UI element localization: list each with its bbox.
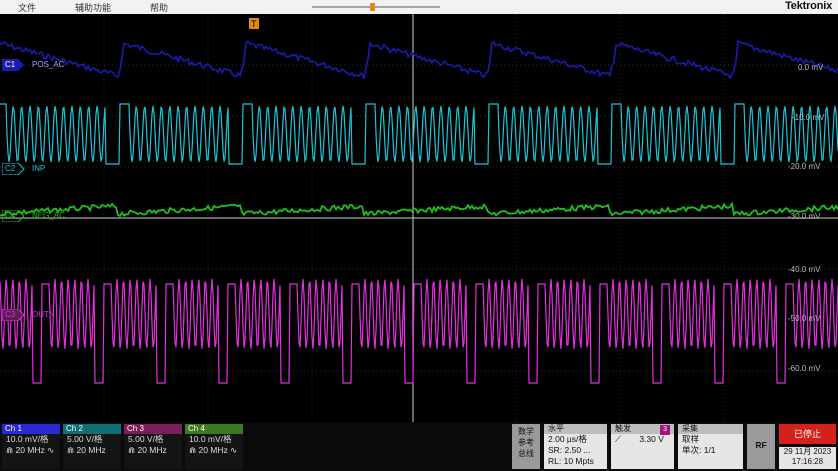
scale-label: -20.0 mV xyxy=(788,162,821,171)
scale-label: -30.0 mV xyxy=(788,212,821,221)
run-stop-status[interactable]: 已停止 xyxy=(779,424,836,444)
date-time: 29 11月 2023 17:16:28 xyxy=(779,447,836,469)
waveform-display[interactable]: T xyxy=(0,14,838,422)
scale-label: -50.0 mV xyxy=(788,314,821,323)
menu-file[interactable]: 文件 xyxy=(18,1,36,14)
trigger-source-badge: 3 xyxy=(660,425,670,435)
ac-coupling-icon: ∿ xyxy=(227,445,238,455)
menu-utility[interactable]: 辅助功能 xyxy=(75,1,111,14)
horizontal-position-indicator[interactable] xyxy=(312,0,442,14)
channel-2-tag[interactable]: C2 INP xyxy=(1,162,82,177)
channel-2-settings[interactable]: Ch 2 5.00 V/格 ⋒ 20 MHz xyxy=(63,424,121,469)
scale-label: -10.0 mV xyxy=(792,113,825,122)
channel-1-waveform xyxy=(0,40,838,80)
menu-bar: 文件 辅助功能 帮助 Tektronix xyxy=(0,0,838,14)
svg-text:T: T xyxy=(251,19,257,29)
menu-help[interactable]: 帮助 xyxy=(150,1,168,14)
brand-logo: Tektronix xyxy=(785,0,832,12)
trigger-position-marker[interactable]: T xyxy=(249,18,259,29)
scale-label: 0.0 mV xyxy=(798,63,824,72)
channel-4-settings[interactable]: Ch 4 10.0 mV/格 ⋒ 20 MHz ∿ xyxy=(185,424,243,469)
rising-edge-icon: ⟋ xyxy=(615,434,624,444)
channel-4-waveform xyxy=(0,201,838,218)
channel-1-settings[interactable]: Ch 1 10.0 mV/格 ⋒ 20 MHz ∿ xyxy=(2,424,60,469)
date-label: 29 11月 2023 xyxy=(783,447,832,456)
trigger-settings[interactable]: 触发 3 ⟋ 3.30 V xyxy=(611,424,674,469)
scale-label: -40.0 mV xyxy=(788,265,821,274)
time-label: 17:16:28 xyxy=(791,457,824,466)
channel-3-waveform xyxy=(0,278,838,384)
ac-coupling-icon: ∿ xyxy=(44,445,55,455)
channel-2-waveform xyxy=(0,103,838,165)
acquire-settings[interactable]: 采集 取样 单次: 1/1 xyxy=(678,424,743,469)
math-ref-bus-button[interactable]: 数学 参考 总线 xyxy=(512,424,540,469)
channel-1-tag[interactable]: C1 POS_AC xyxy=(2,59,82,73)
channel-4-tag[interactable]: C4 NEG_AC xyxy=(1,209,82,224)
channel-3-tag[interactable]: C3 OUTN xyxy=(1,308,82,323)
scale-label: -60.0 mV xyxy=(788,364,821,373)
channel-3-settings[interactable]: Ch 3 5.00 V/格 ⋒ 20 MHz xyxy=(124,424,182,469)
horizontal-settings[interactable]: 水平 2.00 µs/格 SR: 2.50 ... RL: 10 Mpts xyxy=(544,424,607,469)
status-bar: Ch 1 10.0 mV/格 ⋒ 20 MHz ∿ Ch 2 5.00 V/格 … xyxy=(0,422,838,471)
rf-button[interactable]: RF xyxy=(747,424,775,469)
